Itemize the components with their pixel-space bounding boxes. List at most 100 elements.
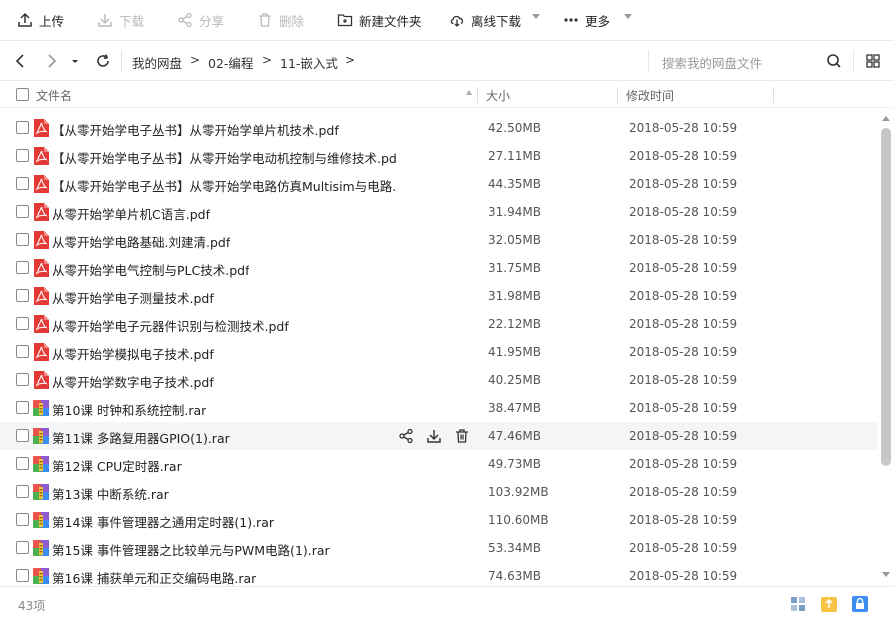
row-checkbox[interactable]: [16, 149, 29, 162]
file-row[interactable]: 【从零开始学电子丛书】从零开始学单片机技术.pdf 42.50MB 2018-05-…: [0, 114, 878, 142]
more-button[interactable]: 更多: [563, 0, 610, 40]
file-row[interactable]: 【从零开始学电子丛书】从零开始学电路仿真Multisim与电路... 44.35M…: [0, 170, 878, 198]
file-row[interactable]: 从零开始学单片机C语言.pdf 31.94MB 2018-05-28 10:59: [0, 198, 878, 226]
file-name[interactable]: 从零开始学电气控制与PLC技术.pdf: [52, 260, 249, 279]
row-checkbox[interactable]: [16, 233, 29, 246]
more-dropdown-icon[interactable]: [624, 14, 632, 19]
scroll-up-icon[interactable]: [882, 116, 890, 121]
file-name[interactable]: 从零开始学电路基础.刘建清.pdf: [52, 232, 230, 251]
file-size: 22.12MB: [488, 317, 541, 331]
file-name[interactable]: 【从零开始学电子丛书】从零开始学单片机技术.pdf: [52, 120, 339, 139]
search-input[interactable]: 搜索我的网盘文件: [662, 53, 762, 72]
file-row[interactable]: 第16课 捕获单元和正交编码电路.rar 74.63MB 2018-05-28 10…: [0, 562, 878, 586]
row-checkbox[interactable]: [16, 289, 29, 302]
row-checkbox[interactable]: [16, 373, 29, 386]
refresh-icon[interactable]: [94, 52, 112, 70]
row-checkbox[interactable]: [16, 401, 29, 414]
pdf-file-icon: [33, 175, 49, 193]
file-name[interactable]: 第10课 时钟和系统控制.rar: [52, 400, 206, 419]
pdf-file-icon: [33, 259, 49, 277]
file-name[interactable]: 从零开始学电子元器件识别与检测技术.pdf: [52, 316, 289, 335]
download-button[interactable]: 下载: [97, 0, 144, 40]
file-row[interactable]: 第10课 时钟和系统控制.rar 38.47MB 2018-05-28 10:59: [0, 394, 878, 422]
new-folder-button[interactable]: 新建文件夹: [337, 0, 422, 40]
file-name[interactable]: 第15课 事件管理器之比较单元与PWM电路(1).rar: [52, 540, 330, 559]
pdf-file-icon: [33, 119, 49, 137]
file-name[interactable]: 从零开始学模拟电子技术.pdf: [52, 344, 214, 363]
download-icon[interactable]: [426, 428, 442, 444]
row-checkbox[interactable]: [16, 457, 29, 470]
file-name[interactable]: 从零开始学电子测量技术.pdf: [52, 288, 214, 307]
breadcrumb-item[interactable]: 02-编程: [208, 53, 253, 72]
file-name[interactable]: 第11课 多路复用器GPIO(1).rar: [52, 428, 230, 447]
row-checkbox[interactable]: [16, 121, 29, 134]
search-icon[interactable]: [825, 52, 843, 70]
column-divider[interactable]: [477, 87, 478, 103]
row-checkbox[interactable]: [16, 317, 29, 330]
file-row[interactable]: 从零开始学电子元器件识别与检测技术.pdf 22.12MB 2018-05-28 1…: [0, 310, 878, 338]
download-label: 下载: [119, 13, 145, 29]
file-name[interactable]: 从零开始学数字电子技术.pdf: [52, 372, 214, 391]
file-row[interactable]: 第15课 事件管理器之比较单元与PWM电路(1).rar 53.34MB 2018-…: [0, 534, 878, 562]
share-icon[interactable]: [398, 428, 414, 444]
file-size: 44.35MB: [488, 177, 541, 191]
file-row[interactable]: 【从零开始学电子丛书】从零开始学电动机控制与维修技术.pdf 27.11MB 201…: [0, 142, 878, 170]
file-row[interactable]: 第11课 多路复用器GPIO(1).rar 47.46MB 2018-05-28 1…: [0, 422, 878, 450]
trash-icon[interactable]: [454, 428, 470, 444]
column-divider[interactable]: [773, 87, 774, 103]
back-arrow-icon[interactable]: [12, 52, 30, 70]
file-row[interactable]: 第14课 事件管理器之通用定时器(1).rar 110.60MB 2018-05-2…: [0, 506, 878, 534]
vertical-scrollbar[interactable]: [878, 110, 894, 584]
file-name[interactable]: 【从零开始学电子丛书】从零开始学电路仿真Multisim与电路...: [52, 176, 397, 195]
file-row[interactable]: 从零开始学电路基础.刘建清.pdf 32.05MB 2018-05-28 10:59: [0, 226, 878, 254]
file-modified-time: 2018-05-28 10:59: [629, 513, 738, 527]
file-name[interactable]: 第14课 事件管理器之通用定时器(1).rar: [52, 512, 274, 531]
file-row[interactable]: 从零开始学电子测量技术.pdf 31.98MB 2018-05-28 10:59: [0, 282, 878, 310]
offline-download-button[interactable]: 离线下载: [449, 0, 521, 40]
row-checkbox[interactable]: [16, 205, 29, 218]
more-dots-icon: [564, 18, 578, 22]
column-divider[interactable]: [617, 87, 618, 103]
status-bar: 43项: [0, 586, 894, 619]
history-dropdown-icon[interactable]: [66, 52, 84, 70]
offline-download-dropdown-icon[interactable]: [532, 14, 540, 19]
file-name[interactable]: 第16课 捕获单元和正交编码电路.rar: [52, 568, 256, 586]
share-button[interactable]: 分享: [177, 0, 224, 40]
row-checkbox[interactable]: [16, 569, 29, 582]
file-row[interactable]: 从零开始学电气控制与PLC技术.pdf 31.75MB 2018-05-28 10:…: [0, 254, 878, 282]
column-header-size[interactable]: 大小: [486, 87, 510, 104]
row-checkbox[interactable]: [16, 261, 29, 274]
row-actions: [398, 428, 482, 444]
file-row[interactable]: 从零开始学模拟电子技术.pdf 41.95MB 2018-05-28 10:59: [0, 338, 878, 366]
row-checkbox[interactable]: [16, 429, 29, 442]
upload-transfer-icon[interactable]: [820, 595, 838, 613]
file-row[interactable]: 从零开始学数字电子技术.pdf 40.25MB 2018-05-28 10:59: [0, 366, 878, 394]
sort-arrow-icon[interactable]: [466, 90, 472, 95]
breadcrumb-item[interactable]: 11-嵌入式: [280, 53, 338, 72]
breadcrumb-item[interactable]: 我的网盘: [132, 53, 182, 72]
lock-icon[interactable]: [851, 595, 869, 613]
apps-icon[interactable]: [789, 595, 807, 613]
file-name[interactable]: 从零开始学单片机C语言.pdf: [52, 204, 210, 223]
scrollbar-thumb[interactable]: [881, 128, 891, 466]
file-row[interactable]: 第12课 CPU定时器.rar 49.73MB 2018-05-28 10:59: [0, 450, 878, 478]
column-header-name[interactable]: 文件名: [36, 87, 72, 104]
file-name[interactable]: 第12课 CPU定时器.rar: [52, 456, 182, 475]
row-checkbox[interactable]: [16, 513, 29, 526]
row-checkbox[interactable]: [16, 177, 29, 190]
upload-button[interactable]: 上传: [17, 0, 64, 40]
forward-arrow-icon[interactable]: [42, 52, 60, 70]
scroll-down-icon[interactable]: [882, 572, 890, 577]
file-size: 110.60MB: [488, 513, 549, 527]
row-checkbox[interactable]: [16, 541, 29, 554]
file-modified-time: 2018-05-28 10:59: [629, 149, 738, 163]
file-row[interactable]: 第13课 中断系统.rar 103.92MB 2018-05-28 10:59: [0, 478, 878, 506]
delete-button[interactable]: 删除: [257, 0, 304, 40]
grid-view-icon[interactable]: [864, 52, 882, 70]
select-all-checkbox[interactable]: [16, 88, 29, 101]
file-name[interactable]: 第13课 中断系统.rar: [52, 484, 169, 503]
row-checkbox[interactable]: [16, 345, 29, 358]
column-header-modified[interactable]: 修改时间: [626, 87, 674, 104]
row-checkbox[interactable]: [16, 485, 29, 498]
file-name[interactable]: 【从零开始学电子丛书】从零开始学电动机控制与维修技术.pdf: [52, 148, 397, 167]
